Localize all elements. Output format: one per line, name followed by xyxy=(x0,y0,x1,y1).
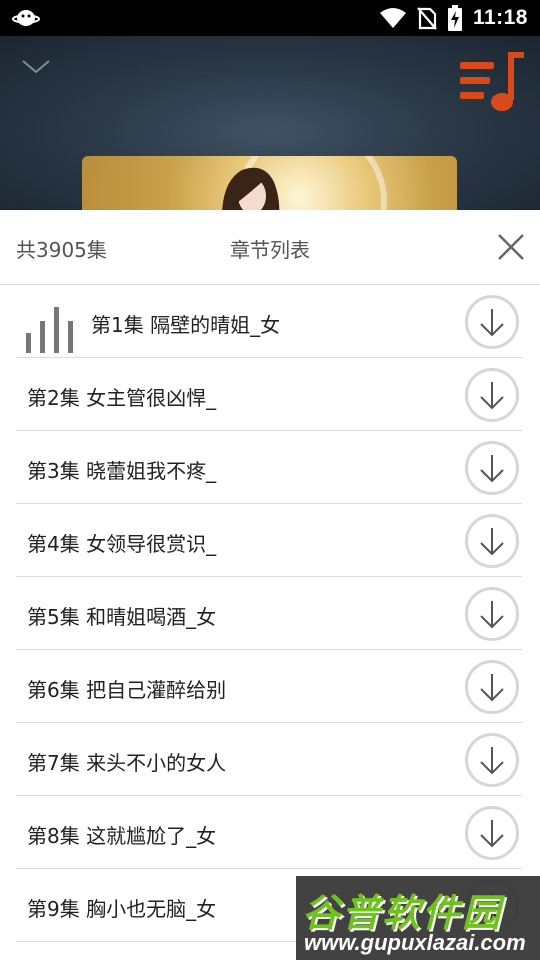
watermark-name: 谷普软件园 xyxy=(302,891,503,935)
episode-row[interactable]: 第1集 隔壁的晴姐_女 xyxy=(16,285,522,358)
episode-title: 第3集 晓蕾姐我不疼_ xyxy=(27,459,217,483)
chevron-down-icon[interactable] xyxy=(20,54,52,78)
player-background xyxy=(0,36,540,210)
episode-row[interactable]: 第4集 女领导很赏识_ xyxy=(16,504,522,577)
episode-title: 第1集 隔壁的晴姐_女 xyxy=(91,313,281,337)
episode-title: 第8集 这就尴尬了_女 xyxy=(27,824,217,848)
episode-row[interactable]: 第7集 来头不小的女人 xyxy=(16,723,522,796)
download-icon[interactable] xyxy=(464,732,520,788)
episode-row[interactable]: 第3集 晓蕾姐我不疼_ xyxy=(16,431,522,504)
download-icon[interactable] xyxy=(464,440,520,496)
playlist-music-icon[interactable] xyxy=(458,48,526,114)
episode-row[interactable]: 第6集 把自己灌醉给别 xyxy=(16,650,522,723)
sheet-header: 共3905集 章节列表 xyxy=(0,210,540,285)
chapter-list-sheet: 共3905集 章节列表 第1集 隔壁的晴姐_女 第2集 女主管很凶悍_ 第3集 … xyxy=(0,210,540,960)
watermark: 谷普软件园 www.gupuxlazai.com xyxy=(296,876,540,960)
episode-title: 第7集 来头不小的女人 xyxy=(27,751,227,775)
episode-title: 第4集 女领导很赏识_ xyxy=(27,532,217,556)
episode-list: 第1集 隔壁的晴姐_女 第2集 女主管很凶悍_ 第3集 晓蕾姐我不疼_ 第4集 … xyxy=(16,285,522,942)
download-icon[interactable] xyxy=(464,659,520,715)
watermark-url: www.gupuxlazai.com xyxy=(304,930,526,955)
album-cover xyxy=(82,156,457,210)
episode-title: 第2集 女主管很凶悍_ xyxy=(27,386,217,410)
battery-charging-icon xyxy=(447,5,462,31)
episode-title: 第6集 把自己灌醉给别 xyxy=(27,678,227,702)
download-icon[interactable] xyxy=(464,294,520,350)
download-icon[interactable] xyxy=(464,586,520,642)
wifi-icon xyxy=(379,8,406,28)
status-time: 11:18 xyxy=(472,6,528,29)
close-icon[interactable] xyxy=(496,232,526,262)
episode-row[interactable]: 第2集 女主管很凶悍_ xyxy=(16,358,522,431)
no-sim-icon xyxy=(417,7,437,30)
episode-row[interactable]: 第5集 和晴姐喝酒_女 xyxy=(16,577,522,650)
download-icon[interactable] xyxy=(464,367,520,423)
status-bar: 11:18 xyxy=(0,0,540,36)
download-icon[interactable] xyxy=(464,805,520,861)
episode-title: 第5集 和晴姐喝酒_女 xyxy=(27,605,217,629)
cover-portrait xyxy=(222,167,280,210)
download-icon[interactable] xyxy=(464,513,520,569)
episode-title: 第9集 胸小也无脑_女 xyxy=(27,897,217,921)
now-playing-icon xyxy=(26,307,73,353)
sheet-title: 章节列表 xyxy=(230,238,310,262)
app-notification-icon xyxy=(12,10,40,26)
episode-row[interactable]: 第8集 这就尴尬了_女 xyxy=(16,796,522,869)
